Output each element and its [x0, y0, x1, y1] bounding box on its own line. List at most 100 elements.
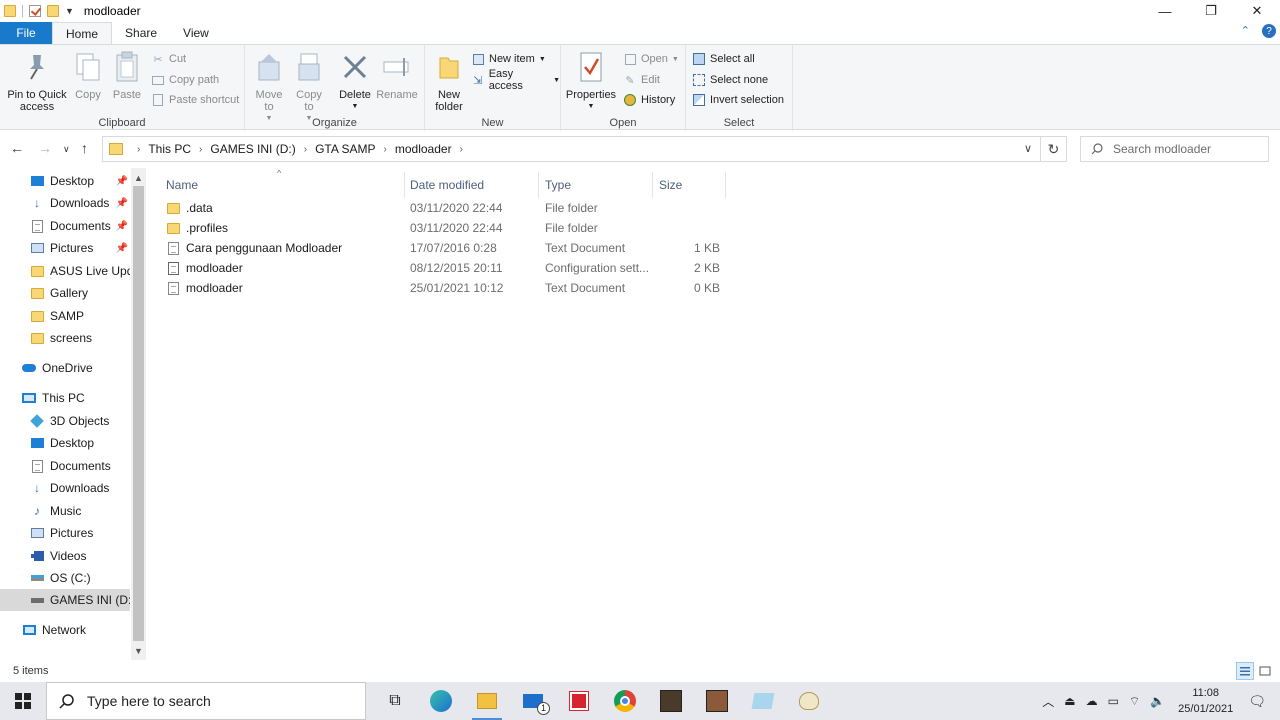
table-row[interactable]: Cara penggunaan Modloader 17/07/2016 0:2…	[160, 238, 726, 258]
nav-item-pictures-pc[interactable]: Pictures	[0, 522, 130, 544]
new-folder-button[interactable]: New folder	[431, 49, 467, 113]
address-history-chevron-icon[interactable]: ∨	[1024, 142, 1032, 155]
onedrive-cloud-icon[interactable]: ☁	[1086, 694, 1098, 708]
breadcrumb-separator[interactable]: ›	[384, 144, 387, 155]
delete-button[interactable]: Delete ▼	[337, 49, 373, 113]
tab-file[interactable]: File	[0, 22, 52, 44]
open-button[interactable]: Open ▼	[623, 50, 679, 68]
select-all-button[interactable]: Select all	[692, 50, 755, 68]
close-button[interactable]: ✕	[1234, 0, 1280, 22]
copy-to-button[interactable]: Copy to ▼	[291, 49, 327, 125]
address-bar[interactable]: › This PC › GAMES INI (D:) › GTA SAMP › …	[102, 136, 1041, 162]
breadcrumb-gta-samp[interactable]: GTA SAMP	[315, 142, 375, 156]
refresh-button[interactable]: ↻	[1041, 136, 1067, 162]
gift-app-button[interactable]	[556, 682, 602, 720]
nav-item-onedrive[interactable]: OneDrive	[0, 357, 130, 379]
forward-arrow-icon[interactable]: →	[38, 140, 52, 156]
breadcrumb-games-drive[interactable]: GAMES INI (D:)	[210, 142, 295, 156]
up-arrow-icon[interactable]: ↑	[81, 140, 88, 156]
customize-qat-chevron-icon[interactable]: ▼	[65, 6, 74, 16]
table-row[interactable]: .profiles 03/11/2020 22:44 File folder	[160, 218, 726, 238]
scroll-up-icon[interactable]: ▲	[131, 170, 146, 186]
nav-item-documents-pc[interactable]: Documents	[0, 455, 130, 477]
cut-button[interactable]: ✂ Cut	[151, 50, 186, 68]
scroll-down-icon[interactable]: ▼	[131, 643, 146, 659]
properties-button[interactable]: Properties ▼	[565, 49, 617, 113]
chrome-button[interactable]	[602, 682, 648, 720]
minimize-button[interactable]: —	[1142, 0, 1188, 22]
mail-button[interactable]: 1	[510, 682, 556, 720]
nav-item-screens[interactable]: screens	[0, 327, 130, 349]
chevron-up-icon[interactable]: ⌃	[1241, 24, 1250, 38]
paste-shortcut-button[interactable]: Paste shortcut	[151, 91, 239, 109]
breadcrumb-separator[interactable]: ›	[199, 144, 202, 155]
edit-button[interactable]: ✎ Edit	[623, 71, 660, 89]
taskbar-search-input[interactable]: Type here to search	[46, 682, 366, 720]
nav-item-music[interactable]: ♪ Music	[0, 500, 130, 522]
game-app-button[interactable]	[648, 682, 694, 720]
clock[interactable]: 11:08 25/01/2021	[1178, 685, 1233, 717]
nav-item-downloads-pc[interactable]: ↓ Downloads	[0, 477, 130, 499]
volume-icon[interactable]: 🔈	[1150, 694, 1165, 708]
history-button[interactable]: History	[623, 91, 675, 109]
recent-locations-chevron-icon[interactable]: ∨	[63, 144, 70, 155]
nav-item-documents[interactable]: Documents 📌	[0, 215, 130, 237]
nav-item-desktop[interactable]: Desktop 📌	[0, 170, 130, 192]
copy-button[interactable]: Copy	[72, 49, 104, 101]
nav-item-network[interactable]: Network	[0, 619, 130, 641]
nav-item-downloads[interactable]: ↓ Downloads 📌	[0, 192, 130, 214]
table-row[interactable]: modloader 25/01/2021 10:12 Text Document…	[160, 278, 726, 298]
properties-qat-icon[interactable]	[29, 5, 41, 17]
table-row[interactable]: .data 03/11/2020 22:44 File folder	[160, 198, 726, 218]
nav-item-games-drive[interactable]: GAMES INI (D:)	[0, 589, 130, 611]
breadcrumb-modloader[interactable]: modloader	[395, 142, 452, 156]
column-header-size[interactable]: Size	[653, 172, 726, 198]
notes-app-button[interactable]	[740, 682, 786, 720]
new-item-button[interactable]: New item ▼	[471, 50, 546, 68]
nav-item-asus-live-update[interactable]: ASUS Live Updat	[0, 260, 130, 282]
select-none-button[interactable]: Select none	[692, 71, 768, 89]
breadcrumb-separator[interactable]: ›	[460, 144, 463, 155]
table-row[interactable]: modloader 08/12/2015 20:11 Configuration…	[160, 258, 726, 278]
nav-item-os-c[interactable]: OS (C:)	[0, 567, 130, 589]
invert-selection-button[interactable]: Invert selection	[692, 91, 784, 109]
nav-item-3d-objects[interactable]: 3D Objects	[0, 410, 130, 432]
nav-scrollbar[interactable]: ▲ ▼	[131, 168, 146, 660]
battery-icon[interactable]: ▭	[1108, 694, 1119, 708]
column-header-type[interactable]: Type	[539, 172, 653, 198]
notifications-icon[interactable]: 🗨	[1248, 693, 1266, 710]
tab-view[interactable]: View	[170, 22, 222, 44]
nav-item-pictures[interactable]: Pictures 📌	[0, 237, 130, 259]
column-header-name[interactable]: Name ^	[160, 168, 405, 198]
easy-access-button[interactable]: ⇲ Easy access ▼	[471, 68, 560, 92]
rename-button[interactable]: Rename	[376, 49, 418, 101]
copy-path-button[interactable]: Copy path	[151, 71, 219, 89]
task-view-button[interactable]: ⧉	[372, 682, 418, 720]
nav-item-videos[interactable]: Videos	[0, 545, 130, 567]
nav-item-gallery[interactable]: Gallery	[0, 282, 130, 304]
show-hidden-icons-chevron-icon[interactable]: ︿	[1042, 693, 1054, 710]
nav-item-this-pc[interactable]: This PC	[0, 387, 130, 409]
paste-button[interactable]: Paste	[110, 49, 144, 101]
paint-app-button[interactable]	[786, 682, 832, 720]
maximize-button[interactable]: ❐	[1188, 0, 1234, 22]
back-arrow-icon[interactable]: ←	[10, 140, 24, 156]
file-explorer-button[interactable]	[464, 682, 510, 720]
tab-home[interactable]: Home	[52, 22, 113, 44]
breadcrumb-separator[interactable]: ›	[304, 144, 307, 155]
scroll-thumb[interactable]	[133, 186, 144, 641]
pin-to-quick-access-button[interactable]: Pin to Quick access	[4, 49, 70, 113]
search-input[interactable]: Search modloader	[1080, 136, 1269, 162]
new-folder-qat-icon[interactable]	[47, 5, 59, 17]
move-to-button[interactable]: Move to ▼	[251, 49, 287, 125]
large-icons-view-button[interactable]	[1256, 662, 1274, 680]
nav-item-samp[interactable]: SAMP	[0, 305, 130, 327]
usb-icon[interactable]: ⏏	[1064, 694, 1075, 708]
column-header-date[interactable]: Date modified	[404, 172, 539, 198]
tab-share[interactable]: Share	[112, 22, 170, 44]
breadcrumb-this-pc[interactable]: This PC	[148, 142, 191, 156]
edge-button[interactable]	[418, 682, 464, 720]
details-view-button[interactable]	[1236, 662, 1254, 680]
nav-item-desktop-pc[interactable]: Desktop	[0, 432, 130, 454]
wifi-icon[interactable]: ⌔	[1129, 694, 1140, 709]
